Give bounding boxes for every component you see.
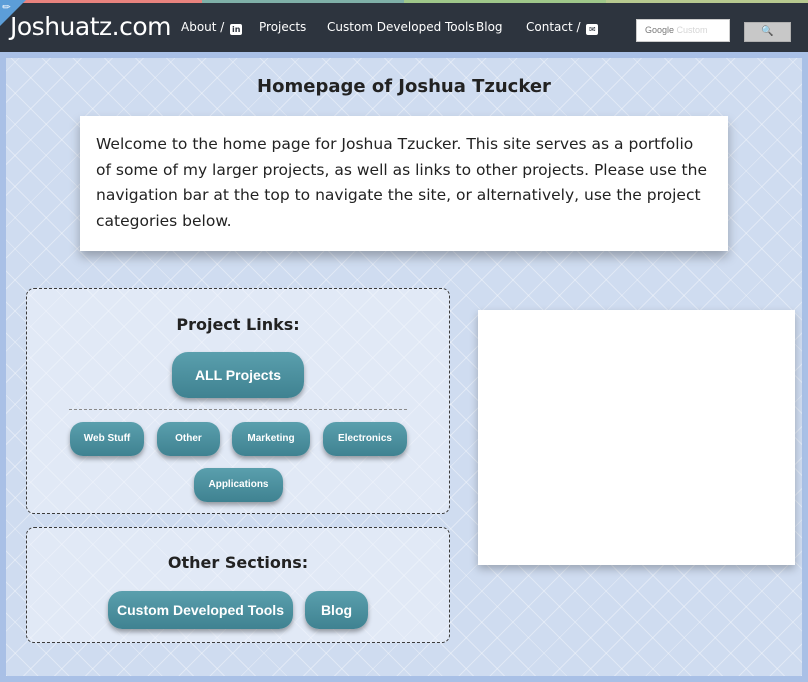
search-brand-label: Google bbox=[645, 25, 675, 35]
main-content: Homepage of Joshua Tzucker Welcome to th… bbox=[6, 58, 802, 676]
blog-button[interactable]: Blog bbox=[305, 591, 368, 629]
all-projects-button[interactable]: ALL Projects bbox=[172, 352, 304, 398]
navbar: Joshuatz.com About / in Projects Custom … bbox=[0, 3, 808, 52]
search-button[interactable]: 🔍 bbox=[744, 22, 791, 42]
nav-item-projects[interactable]: Projects bbox=[259, 20, 306, 34]
intro-card: Welcome to the home page for Joshua Tzuc… bbox=[80, 116, 728, 251]
custom-tools-button[interactable]: Custom Developed Tools bbox=[108, 591, 293, 629]
nav-item-contact[interactable]: Contact / ✉ bbox=[526, 20, 599, 35]
nav-item-about[interactable]: About / in bbox=[181, 20, 243, 35]
search-input[interactable]: Google Custom bbox=[636, 19, 730, 42]
category-electronics-button[interactable]: Electronics bbox=[323, 422, 407, 456]
search-icon: 🔍 bbox=[761, 26, 774, 37]
page-title: Homepage of Joshua Tzucker bbox=[257, 76, 551, 97]
embed-panel bbox=[478, 310, 795, 565]
nav-item-label: Blog bbox=[476, 20, 503, 34]
category-web-stuff-button[interactable]: Web Stuff bbox=[70, 422, 144, 456]
project-links-title: Project Links: bbox=[176, 315, 300, 334]
mail-icon: ✉ bbox=[586, 24, 599, 35]
linkedin-icon: in bbox=[230, 24, 243, 35]
nav-item-label: Custom Developed Tools bbox=[327, 20, 475, 34]
site-brand[interactable]: Joshuatz.com bbox=[10, 12, 171, 41]
divider bbox=[69, 409, 407, 410]
category-marketing-button[interactable]: Marketing bbox=[232, 422, 310, 456]
intro-text: Welcome to the home page for Joshua Tzuc… bbox=[96, 135, 707, 230]
search-placeholder: Custom bbox=[676, 25, 708, 35]
nav-item-blog[interactable]: Blog bbox=[476, 20, 503, 34]
category-applications-button[interactable]: Applications bbox=[194, 468, 283, 502]
nav-item-custom-tools[interactable]: Custom Developed Tools bbox=[327, 20, 475, 34]
nav-item-label: Projects bbox=[259, 20, 307, 34]
nav-item-label: Contact / bbox=[526, 20, 581, 34]
other-sections-title: Other Sections: bbox=[167, 553, 309, 572]
other-sections-panel: Other Sections: Custom Developed Tools B… bbox=[26, 527, 450, 643]
project-links-panel: Project Links: ALL Projects Web Stuff Ot… bbox=[26, 288, 450, 514]
nav-item-label: About / bbox=[181, 20, 225, 34]
category-other-button[interactable]: Other bbox=[157, 422, 220, 456]
